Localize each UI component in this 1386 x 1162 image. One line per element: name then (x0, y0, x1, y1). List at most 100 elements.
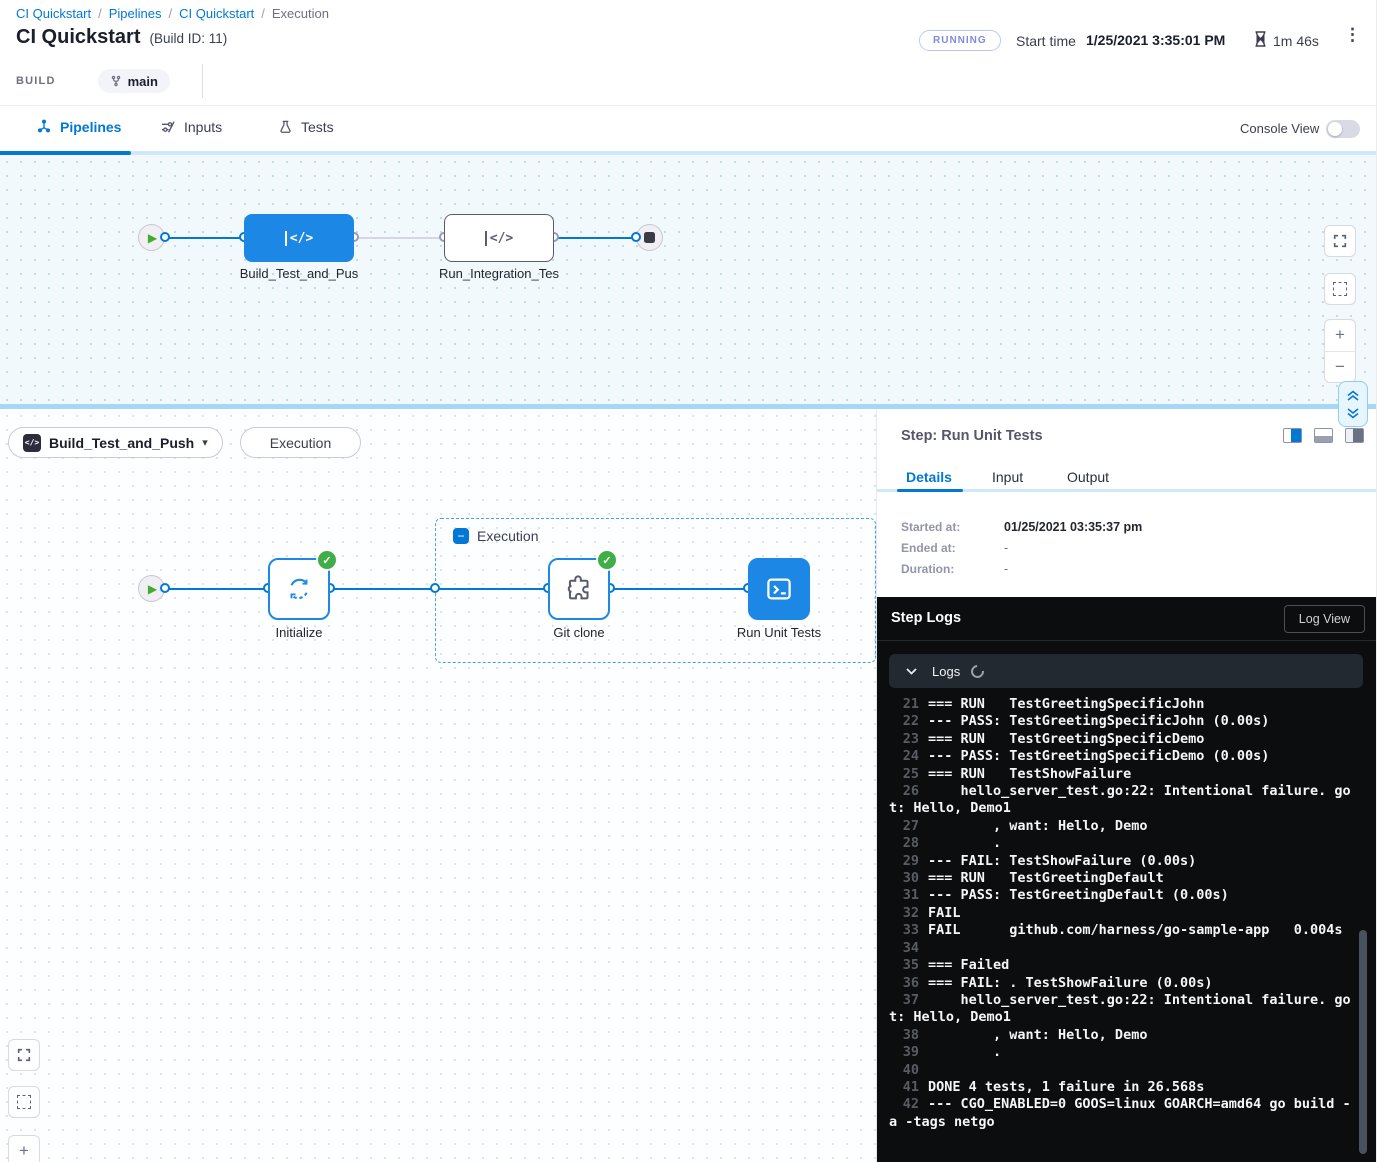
status-badge: RUNNING (919, 30, 1001, 51)
pipeline-icon (36, 119, 52, 135)
fullscreen-icon (16, 1047, 32, 1063)
log-line-text: --- CGO_ENABLED=0 GOOS=linux GOARCH=amd6… (889, 1096, 1351, 1129)
log-line: 25=== RUN TestShowFailure (889, 766, 1353, 783)
zoom-in-button[interactable]: + (1325, 320, 1355, 352)
stage-canvas[interactable]: </> Build_Test_and_Push ▾ Execution − Ex… (0, 409, 876, 1162)
code-stage-icon: </> (485, 231, 513, 246)
more-options-icon[interactable]: ⋮ (1344, 26, 1361, 43)
canvas-fullscreen-button[interactable] (8, 1039, 40, 1071)
step-details-list: Started at: 01/25/2021 03:35:37 pm Ended… (901, 516, 1341, 579)
step-group-label: Execution (477, 528, 538, 544)
breadcrumb-link-pipeline2[interactable]: CI Quickstart (179, 6, 254, 21)
code-stage-chip-icon: </> (23, 434, 41, 452)
console-view-toggle[interactable] (1326, 120, 1360, 138)
detail-value: - (1004, 562, 1008, 576)
breadcrumb: CI Quickstart/Pipelines/CI Quickstart/Ex… (16, 6, 329, 21)
stage-node-run-integration-tests[interactable]: </> (444, 214, 554, 262)
pipeline-canvas[interactable]: ▶ </> </> Build_Test_and_Pus Run_Integra… (0, 155, 1376, 404)
port (631, 232, 641, 242)
stage-node-label: Build_Test_and_Pus (234, 266, 364, 281)
step-details-panel: Step: Run Unit Tests Details Input Outpu… (876, 409, 1376, 1162)
log-line-text: === Failed (928, 957, 1009, 973)
tab-details[interactable]: Details (906, 469, 952, 485)
log-line: 33FAIL github.com/harness/go-sample-app … (889, 922, 1353, 939)
log-line-number: 25 (889, 766, 919, 783)
branch-pill[interactable]: main (98, 69, 170, 93)
page-scrollbar[interactable] (1376, 0, 1386, 1162)
log-line: 27 , want: Hello, Demo (889, 818, 1353, 835)
step-node-git-clone[interactable]: ✓ (548, 558, 610, 620)
log-line-text: === RUN TestGreetingSpecificDemo (928, 731, 1204, 747)
log-output: 21=== RUN TestGreetingSpecificJohn 22 ---… (889, 696, 1353, 1158)
tab-output[interactable]: Output (1067, 469, 1109, 485)
breadcrumb-link-pipelines[interactable]: Pipelines (109, 6, 162, 21)
chevron-down-icon (906, 668, 917, 675)
log-line-number: 38 (889, 1027, 919, 1044)
log-line: 26 hello_server_test.go:22: Intentional … (889, 783, 1353, 818)
log-line-number: 22 (889, 713, 919, 730)
log-line-text: FAIL (928, 905, 961, 921)
execution-view-label: Execution (270, 435, 331, 451)
terminal-icon (764, 574, 794, 604)
edge-stage2-to-end (554, 237, 636, 239)
canvas-select-button[interactable] (1324, 273, 1356, 305)
step-logs-header: Step Logs Log View (877, 597, 1377, 641)
log-line-number: 28 (889, 835, 919, 852)
log-line: 22 --- PASS: TestGreetingSpecificJohn (0.… (889, 713, 1353, 730)
execution-view-button[interactable]: Execution (240, 427, 361, 458)
log-line-text: --- PASS: TestGreetingSpecificDemo (0.00… (928, 748, 1269, 764)
tab-inputs[interactable]: Inputs (160, 119, 222, 135)
tab-input[interactable]: Input (992, 469, 1023, 485)
detail-value: 01/25/2021 03:35:37 pm (1004, 520, 1142, 534)
log-line: 37 hello_server_test.go:22: Intentional … (889, 992, 1353, 1027)
tab-label: Tests (301, 119, 334, 135)
log-line-text: --- PASS: TestGreetingDefault (0.00s) (928, 887, 1229, 903)
log-line-text: . (928, 835, 1001, 851)
detail-row: Duration: - (901, 558, 1341, 579)
edge-steps (165, 588, 748, 590)
step-node-initialize[interactable]: ✓ (268, 558, 330, 620)
log-line-number: 35 (889, 957, 919, 974)
log-line: 21=== RUN TestGreetingSpecificJohn (889, 696, 1353, 713)
detail-label: Ended at: (901, 541, 1004, 555)
stage-node-build-test-and-push[interactable]: </> (244, 214, 354, 262)
detail-label: Duration: (901, 562, 1004, 576)
tab-pipelines[interactable]: Pipelines (36, 119, 121, 135)
log-line-text: --- PASS: TestGreetingSpecificJohn (0.00… (928, 713, 1269, 729)
log-line-number: 31 (889, 887, 919, 904)
log-view-button[interactable]: Log View (1284, 605, 1365, 633)
log-scrollbar-thumb[interactable] (1359, 930, 1367, 1154)
zoom-in-button[interactable]: + (8, 1135, 40, 1162)
stage-selector-dropdown[interactable]: </> Build_Test_and_Push ▾ (8, 427, 223, 458)
collapse-group-icon[interactable]: − (453, 528, 469, 544)
canvas-select-button[interactable] (8, 1086, 40, 1118)
refresh-icon (284, 574, 314, 604)
log-line-number: 29 (889, 853, 919, 870)
log-line-number: 34 (889, 940, 919, 957)
port (430, 583, 440, 593)
log-line-number: 40 (889, 1062, 919, 1079)
logs-collapsible-bar[interactable]: Logs (889, 654, 1363, 688)
step-node-run-unit-tests[interactable] (748, 558, 810, 620)
log-line-number: 33 (889, 922, 919, 939)
stop-icon (644, 232, 655, 243)
canvas-fullscreen-button[interactable] (1324, 225, 1356, 257)
tab-tests[interactable]: Tests (278, 119, 334, 135)
fullscreen-icon (1332, 233, 1348, 249)
success-check-badge: ✓ (318, 551, 336, 569)
log-line-number: 30 (889, 870, 919, 887)
loading-spinner-icon (969, 662, 987, 680)
layout-dock-bottom-icon[interactable] (1314, 428, 1333, 443)
edge-stage1-to-stage2 (354, 237, 444, 239)
log-line: 35 === Failed (889, 957, 1353, 974)
layout-split-right-icon[interactable] (1283, 428, 1302, 443)
log-line: 36=== FAIL: . TestShowFailure (0.00s) (889, 975, 1353, 992)
breadcrumb-link-pipeline[interactable]: CI Quickstart (16, 6, 91, 21)
panel-resize-control[interactable] (1338, 381, 1368, 427)
breadcrumb-separator: / (169, 6, 173, 21)
detail-row: Started at: 01/25/2021 03:35:37 pm (901, 516, 1341, 537)
layout-dock-right-icon[interactable] (1345, 428, 1364, 443)
zoom-out-button[interactable]: − (1325, 352, 1355, 383)
play-icon: ▶ (148, 583, 157, 595)
breadcrumb-current: Execution (272, 6, 329, 21)
